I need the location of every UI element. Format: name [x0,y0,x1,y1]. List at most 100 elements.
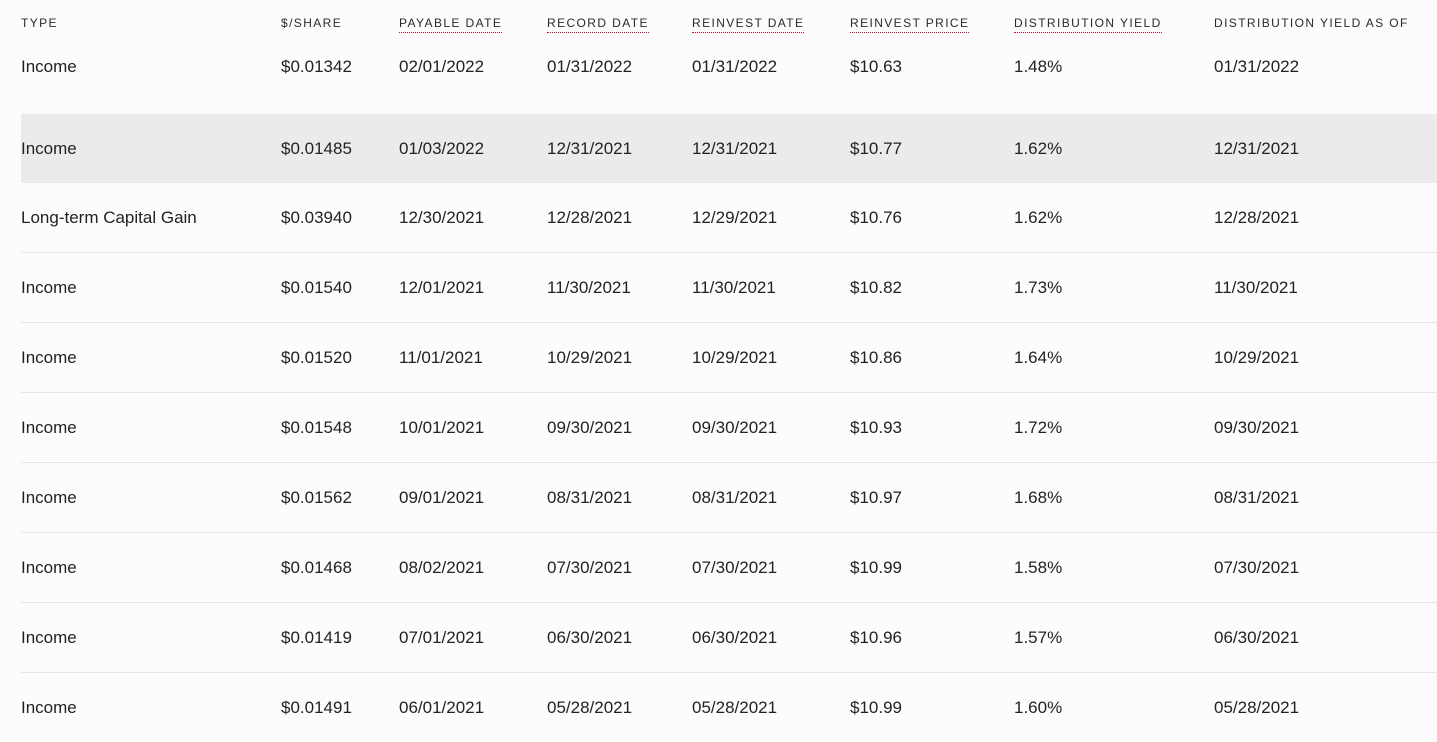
cell-per-share: $0.01520 [281,323,399,393]
cell-type: Income [21,463,281,533]
cell-type: Income [21,533,281,603]
header-reinvest-price[interactable]: REINVEST PRICE [850,0,1014,45]
cell-type: Income [21,323,281,393]
cell-payable-date: 06/01/2021 [399,673,547,742]
cell-reinvest-price: $10.96 [850,603,1014,673]
table-row: Income $0.01468 08/02/2021 07/30/2021 07… [21,533,1437,603]
cell-payable-date: 01/03/2022 [399,114,547,183]
cell-reinvest-date: 10/29/2021 [692,323,850,393]
distribution-yield-tooltip-trigger[interactable]: DISTRIBUTION YIELD [1014,16,1162,33]
cell-reinvest-date: 09/30/2021 [692,393,850,463]
cell-distribution-yield: 1.62% [1014,183,1214,253]
record-date-tooltip-trigger[interactable]: RECORD DATE [547,16,649,33]
distribution-history-table-container: TYPE $/SHARE PAYABLE DATE RECORD DATE RE… [21,0,1437,742]
cell-per-share: $0.01485 [281,114,399,183]
cell-distribution-yield: 1.58% [1014,533,1214,603]
cell-type: Income [21,673,281,742]
cell-payable-date: 02/01/2022 [399,45,547,114]
header-per-share: $/SHARE [281,0,399,45]
header-payable-date[interactable]: PAYABLE DATE [399,0,547,45]
table-row: Income $0.01419 07/01/2021 06/30/2021 06… [21,603,1437,673]
distribution-history-table: TYPE $/SHARE PAYABLE DATE RECORD DATE RE… [21,0,1437,742]
cell-payable-date: 12/01/2021 [399,253,547,323]
table-body: Income $0.01342 02/01/2022 01/31/2022 01… [21,45,1437,742]
cell-distribution-yield: 1.68% [1014,463,1214,533]
cell-record-date: 08/31/2021 [547,463,692,533]
payable-date-tooltip-trigger[interactable]: PAYABLE DATE [399,16,502,33]
cell-reinvest-date: 08/31/2021 [692,463,850,533]
cell-per-share: $0.01540 [281,253,399,323]
cell-type: Income [21,253,281,323]
cell-distribution-yield: 1.64% [1014,323,1214,393]
cell-reinvest-date: 05/28/2021 [692,673,850,742]
reinvest-date-tooltip-trigger[interactable]: REINVEST DATE [692,16,804,33]
cell-distribution-yield: 1.60% [1014,673,1214,742]
table-row: Income $0.01342 02/01/2022 01/31/2022 01… [21,45,1437,114]
cell-distribution-yield: 1.72% [1014,393,1214,463]
cell-distribution-yield-as-of: 08/31/2021 [1214,463,1437,533]
cell-reinvest-price: $10.99 [850,533,1014,603]
cell-record-date: 01/31/2022 [547,45,692,114]
cell-record-date: 11/30/2021 [547,253,692,323]
cell-record-date: 06/30/2021 [547,603,692,673]
cell-payable-date: 10/01/2021 [399,393,547,463]
cell-reinvest-price: $10.93 [850,393,1014,463]
cell-type: Income [21,45,281,114]
cell-per-share: $0.01562 [281,463,399,533]
cell-payable-date: 08/02/2021 [399,533,547,603]
table-row: Income $0.01548 10/01/2021 09/30/2021 09… [21,393,1437,463]
cell-reinvest-date: 01/31/2022 [692,45,850,114]
cell-per-share: $0.01342 [281,45,399,114]
cell-reinvest-date: 11/30/2021 [692,253,850,323]
cell-distribution-yield-as-of: 12/31/2021 [1214,114,1437,183]
cell-distribution-yield: 1.48% [1014,45,1214,114]
cell-per-share: $0.03940 [281,183,399,253]
reinvest-price-tooltip-trigger[interactable]: REINVEST PRICE [850,16,969,33]
cell-reinvest-date: 12/31/2021 [692,114,850,183]
cell-distribution-yield: 1.73% [1014,253,1214,323]
cell-per-share: $0.01548 [281,393,399,463]
cell-per-share: $0.01468 [281,533,399,603]
cell-reinvest-price: $10.77 [850,114,1014,183]
cell-reinvest-price: $10.63 [850,45,1014,114]
cell-reinvest-price: $10.76 [850,183,1014,253]
header-record-date[interactable]: RECORD DATE [547,0,692,45]
cell-distribution-yield-as-of: 10/29/2021 [1214,323,1437,393]
cell-distribution-yield-as-of: 12/28/2021 [1214,183,1437,253]
table-row: Income $0.01540 12/01/2021 11/30/2021 11… [21,253,1437,323]
header-reinvest-date[interactable]: REINVEST DATE [692,0,850,45]
table-row-hovered: Income $0.01485 01/03/2022 12/31/2021 12… [21,114,1437,183]
header-type: TYPE [21,0,281,45]
cell-reinvest-date: 12/29/2021 [692,183,850,253]
cell-reinvest-price: $10.99 [850,673,1014,742]
cell-distribution-yield-as-of: 11/30/2021 [1214,253,1437,323]
cell-record-date: 07/30/2021 [547,533,692,603]
table-row: Income $0.01562 09/01/2021 08/31/2021 08… [21,463,1437,533]
cell-record-date: 09/30/2021 [547,393,692,463]
cell-record-date: 05/28/2021 [547,673,692,742]
table-header-row: TYPE $/SHARE PAYABLE DATE RECORD DATE RE… [21,0,1437,45]
cell-distribution-yield-as-of: 01/31/2022 [1214,45,1437,114]
cell-payable-date: 07/01/2021 [399,603,547,673]
cell-payable-date: 11/01/2021 [399,323,547,393]
cell-payable-date: 12/30/2021 [399,183,547,253]
table-row: Income $0.01491 06/01/2021 05/28/2021 05… [21,673,1437,742]
cell-distribution-yield: 1.62% [1014,114,1214,183]
cell-record-date: 12/31/2021 [547,114,692,183]
header-distribution-yield[interactable]: DISTRIBUTION YIELD [1014,0,1214,45]
cell-reinvest-price: $10.97 [850,463,1014,533]
cell-type: Income [21,114,281,183]
cell-distribution-yield-as-of: 06/30/2021 [1214,603,1437,673]
header-distribution-yield-as-of: DISTRIBUTION YIELD AS OF [1214,0,1437,45]
cell-distribution-yield: 1.57% [1014,603,1214,673]
cell-type: Long-term Capital Gain [21,183,281,253]
cell-record-date: 10/29/2021 [547,323,692,393]
cell-per-share: $0.01419 [281,603,399,673]
cell-reinvest-price: $10.86 [850,323,1014,393]
cell-reinvest-date: 06/30/2021 [692,603,850,673]
table-row: Long-term Capital Gain $0.03940 12/30/20… [21,183,1437,253]
cell-type: Income [21,603,281,673]
cell-payable-date: 09/01/2021 [399,463,547,533]
cell-reinvest-price: $10.82 [850,253,1014,323]
cell-reinvest-date: 07/30/2021 [692,533,850,603]
